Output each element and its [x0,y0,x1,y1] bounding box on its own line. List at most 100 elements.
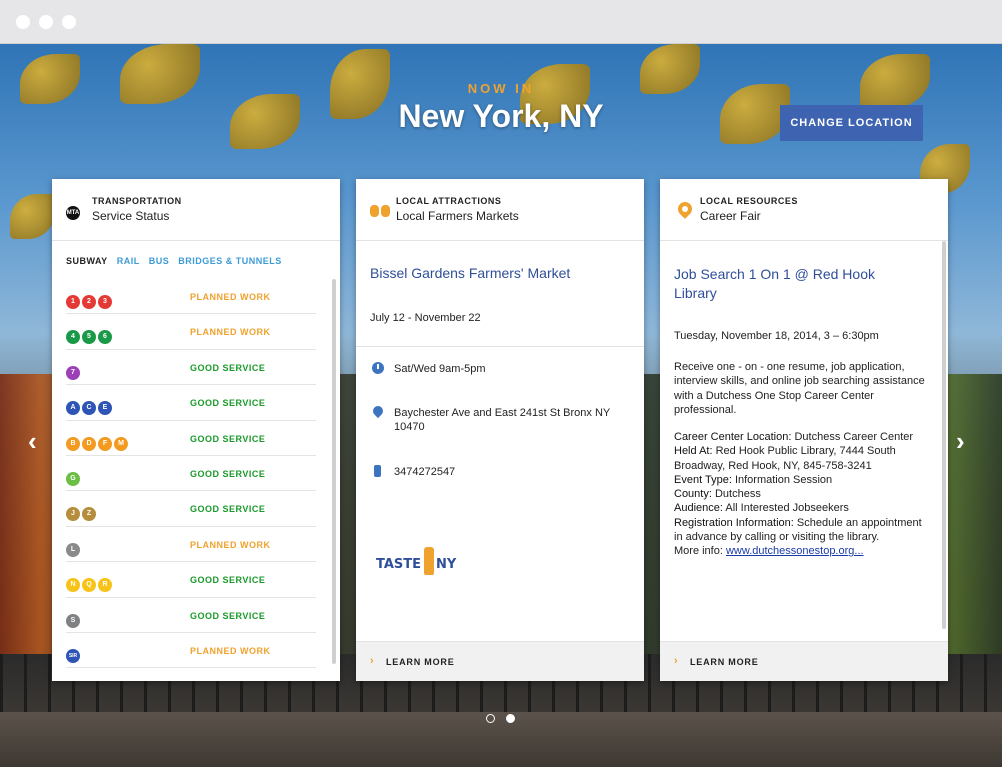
line-bullet-icon: S [66,613,80,628]
detail-value: Dutchess [711,488,761,501]
subway-line-row[interactable]: 1 2 3 PLANNED WORK [66,279,316,315]
line-bullets: S [66,609,82,628]
window-maximize-dot[interactable] [62,15,76,29]
subway-line-row[interactable]: G GOOD SERVICE [66,456,316,492]
line-bullet-icon: N [66,578,80,593]
attraction-phone[interactable]: 3474272547 [394,465,624,479]
browser-chrome [0,0,1002,44]
line-bullet-icon: J [66,507,80,522]
line-status: PLANNED WORK [190,539,271,550]
mta-logo-icon: MTA [66,206,80,220]
attraction-dates: July 12 - November 22 [370,312,481,324]
pager-dot[interactable] [486,714,495,723]
detail-key: Event Type: [674,473,732,486]
subway-line-row[interactable]: S GOOD SERVICE [66,598,316,633]
phone-icon [374,465,381,477]
line-bullet-icon: Q [82,578,96,593]
line-bullets: G [66,467,82,486]
divider [356,346,644,347]
card-kicker: LOCAL RESOURCES [700,196,798,206]
line-bullets: 123 [66,290,114,309]
attractions-card: LOCAL ATTRACTIONS Local Farmers Markets … [356,179,644,681]
subway-line-row[interactable]: 7 GOOD SERVICE [66,350,316,386]
line-bullet-icon: L [66,542,80,557]
subway-line-row[interactable]: A C E GOOD SERVICE [66,385,316,421]
more-info-link[interactable]: www.dutchessonestop.org... [726,545,864,557]
line-bullets: 7 [66,361,82,380]
map-pin-icon [675,199,695,219]
next-arrow-icon[interactable]: › [956,426,965,457]
subway-line-row[interactable]: SIR PLANNED WORK [66,633,316,669]
detail-value: Information Session [731,473,833,486]
line-bullet-icon: SIR [66,648,80,663]
line-bullet-icon: 2 [82,295,96,309]
chevron-right-icon: › [674,655,678,667]
learn-more-button[interactable]: › LEARN MORE [356,641,644,681]
chevron-right-icon: › [370,655,374,667]
card-title: Local Farmers Markets [396,209,519,223]
phone-row: 3474272547 [370,465,630,479]
clock-icon [372,362,384,374]
card-header: MTA TRANSPORTATION Service Status [52,179,340,241]
prev-arrow-icon[interactable]: ‹ [28,426,37,457]
line-bullet-icon: 1 [66,295,80,309]
subway-line-row[interactable]: L PLANNED WORK [66,527,316,563]
line-bullet-icon: 4 [66,330,80,345]
tab-bus[interactable]: BUS [149,256,170,266]
attraction-hours: Sat/Wed 9am-5pm [394,363,486,375]
learn-more-button[interactable]: › LEARN MORE [660,641,948,681]
subway-line-row[interactable]: N Q R GOOD SERVICE [66,562,316,598]
event-title[interactable]: Job Search 1 On 1 @ Red Hook Library [674,265,914,303]
subway-line-row[interactable]: B D F M GOOD SERVICE [66,421,316,456]
list-scrollbar[interactable] [332,279,336,664]
line-bullets: JZ [66,502,98,522]
event-description: Receive one - on - one resume, job appli… [674,361,925,416]
line-bullet-icon: 6 [98,330,112,345]
line-bullet-icon: B [66,436,80,451]
detail-key: Registration Information: [674,516,794,529]
detail-line: Held At: Red Hook Public Library, 7444 S… [674,444,929,473]
line-bullet-icon: A [66,401,80,416]
window-close-dot[interactable] [16,15,30,29]
detail-key: County: [674,488,712,501]
subway-line-row[interactable]: J Z GOOD SERVICE [66,491,316,527]
detail-key: Held At: [674,445,713,458]
change-location-button[interactable]: CHANGE LOCATION [780,105,923,141]
detail-key: Career Center Location: [674,431,792,443]
attraction-address[interactable]: Baychester Ave and East 241st St Bronx N… [394,406,624,434]
line-status: GOOD SERVICE [190,610,266,621]
more-info-label: More info: [674,545,723,558]
more-info-line: More info: www.dutchessonestop.org... [674,544,929,558]
line-bullets: 456 [66,325,114,345]
line-bullet-icon: 3 [98,295,112,309]
leaf-decoration [10,194,55,239]
address-row: Baychester Ave and East 241st St Bronx N… [370,403,630,436]
detail-value: All Interested Jobseekers [722,502,849,515]
background-ground [0,712,1002,767]
line-bullet-icon: M [114,436,128,451]
transportation-card: MTA TRANSPORTATION Service Status SUBWAY… [52,179,340,681]
window-minimize-dot[interactable] [39,15,53,29]
line-bullets: BDFM [66,432,130,451]
line-status: GOOD SERVICE [190,504,266,515]
pager-dot-active[interactable] [506,714,515,723]
tab-subway[interactable]: SUBWAY [66,256,108,266]
card-header: LOCAL ATTRACTIONS Local Farmers Markets [356,179,644,241]
detail-line: Audience: All Interested Jobseekers [674,501,929,515]
line-status: GOOD SERVICE [190,433,266,444]
tab-bridges-tunnels[interactable]: BRIDGES & TUNNELS [178,256,282,266]
line-bullet-icon: 5 [82,330,96,345]
map-pin-icon [370,403,386,419]
subway-line-row[interactable]: 4 5 6 PLANNED WORK [66,314,316,350]
transport-tabs: SUBWAY RAIL BUS BRIDGES & TUNNELS [66,256,288,266]
detail-value: Dutchess Career Center [791,431,914,443]
line-bullet-icon: R [98,578,112,593]
event-details: Career Center Location: Dutchess Career … [674,430,929,559]
line-status: PLANNED WORK [190,292,271,302]
line-bullet-icon: 7 [66,365,80,380]
attraction-name[interactable]: Bissel Gardens Farmers' Market [370,265,570,281]
tab-rail[interactable]: RAIL [117,256,140,266]
details-scrollbar[interactable] [942,241,946,629]
taste-ny-logo: TASTE NY [376,545,466,579]
detail-line: Event Type: Information Session [674,473,929,487]
